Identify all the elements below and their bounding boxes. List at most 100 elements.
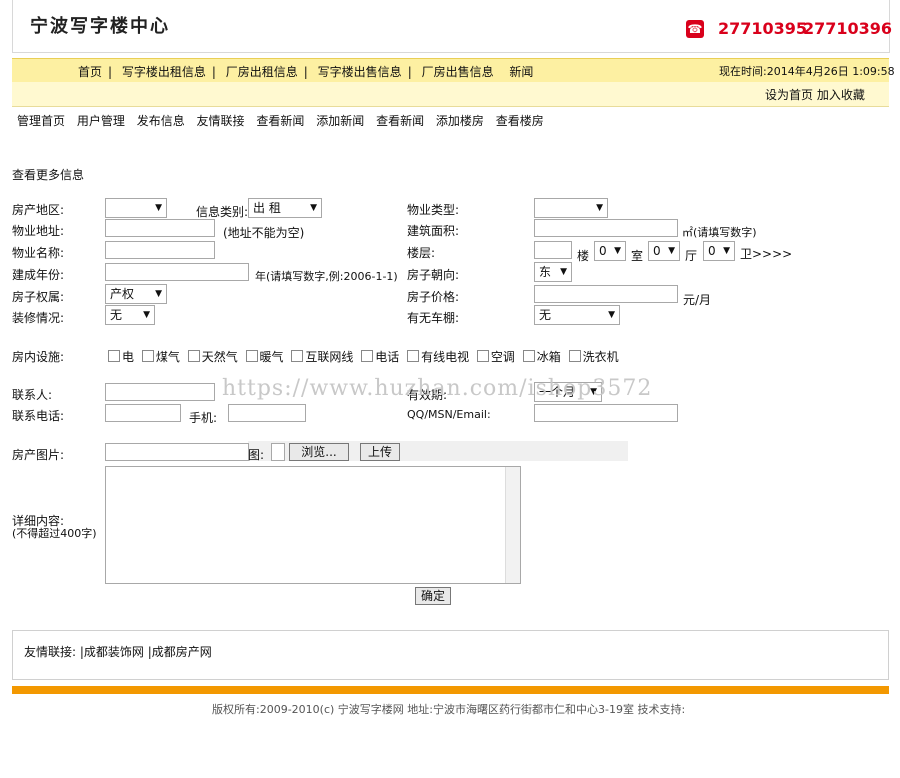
facility-phone[interactable]: 电话 bbox=[361, 350, 399, 364]
footer-copyright: 版权所有:2009-2010(c) 宁波写字楼网 地址:宁波市海曙区药行街都市仁… bbox=[212, 703, 686, 716]
facilities-label: 房内设施: bbox=[12, 350, 65, 364]
photo-label: 房产图片: bbox=[12, 448, 65, 462]
admin-home[interactable]: 管理首页 bbox=[17, 114, 65, 128]
facility-gas[interactable]: 煤气 bbox=[141, 350, 180, 364]
admin-links[interactable]: 友情联接 bbox=[197, 114, 245, 128]
ownership-value: 产权 bbox=[110, 287, 135, 301]
ownership-select[interactable]: 产权 ▼ bbox=[105, 284, 167, 304]
info-type-value: 出 租 bbox=[253, 201, 281, 215]
admin-view-building[interactable]: 查看楼房 bbox=[496, 114, 544, 128]
bath-unit: 卫>>>> bbox=[740, 247, 793, 261]
add-favorite-link[interactable]: 加入收藏 bbox=[817, 88, 865, 102]
decoration-select[interactable]: 无 ▼ bbox=[105, 305, 155, 325]
bath-select[interactable]: 0 ▼ bbox=[703, 241, 735, 261]
sub-nav-bar bbox=[12, 82, 889, 107]
area-input[interactable] bbox=[534, 219, 678, 237]
photo-tu-label: 图: bbox=[248, 448, 265, 462]
facility-electric[interactable]: 电 bbox=[108, 350, 134, 364]
qq-label: QQ/MSN/Email: bbox=[407, 408, 491, 421]
photo-path-input[interactable] bbox=[105, 443, 249, 461]
price-input[interactable] bbox=[534, 285, 678, 303]
floor-unit: 楼 bbox=[577, 249, 590, 263]
detail-textarea[interactable] bbox=[105, 466, 521, 584]
friend-link-decor[interactable]: |成都装饰网 bbox=[80, 645, 144, 659]
facility-fridge[interactable]: 冰箱 bbox=[522, 350, 561, 364]
year-input[interactable] bbox=[105, 263, 249, 281]
room-select[interactable]: 0 ▼ bbox=[594, 241, 626, 261]
region-label: 房产地区: bbox=[12, 203, 65, 217]
decoration-label: 装修情况: bbox=[12, 311, 65, 325]
checkbox[interactable] bbox=[522, 350, 535, 362]
facility-label: 煤气 bbox=[155, 350, 180, 364]
info-type-select[interactable]: 出 租 ▼ bbox=[248, 198, 322, 218]
name-input[interactable] bbox=[105, 241, 215, 259]
checkbox[interactable] bbox=[291, 350, 304, 362]
textarea-scrollbar[interactable] bbox=[505, 467, 520, 583]
property-type-select[interactable]: ▼ bbox=[534, 198, 608, 218]
watermark: https://www.huzhan.com/ishop3572 bbox=[222, 376, 653, 401]
admin-view-news-2[interactable]: 查看新闻 bbox=[376, 114, 424, 128]
region-select[interactable]: ▼ bbox=[105, 198, 167, 218]
garage-label: 有无车棚: bbox=[407, 311, 460, 325]
nav-office-sale[interactable]: 写字楼出售信息 bbox=[318, 65, 402, 79]
garage-select[interactable]: 无 ▼ bbox=[534, 305, 620, 325]
contact-input[interactable] bbox=[105, 383, 215, 401]
facility-ac[interactable]: 空调 bbox=[476, 350, 515, 364]
facility-label: 有线电视 bbox=[421, 350, 470, 364]
facility-label: 冰箱 bbox=[536, 350, 561, 364]
detail-hint: (不得超过400字) bbox=[12, 527, 97, 540]
friend-link-realestate[interactable]: |成都房产网 bbox=[148, 645, 212, 659]
nav-home[interactable]: 首页 bbox=[78, 65, 102, 79]
facility-label: 暖气 bbox=[259, 350, 284, 364]
admin-add-news[interactable]: 添加新闻 bbox=[316, 114, 364, 128]
checkbox[interactable] bbox=[245, 350, 258, 362]
facility-natural-gas[interactable]: 天然气 bbox=[187, 350, 238, 364]
facility-internet[interactable]: 互联网线 bbox=[291, 350, 353, 364]
nav-news[interactable]: 新闻 bbox=[509, 65, 533, 79]
upload-button[interactable]: 上传 bbox=[360, 443, 400, 461]
checkbox[interactable] bbox=[361, 350, 374, 362]
area-hint: ㎡(请填写数字) bbox=[682, 226, 757, 239]
admin-view-news[interactable]: 查看新闻 bbox=[256, 114, 304, 128]
address-label: 物业地址: bbox=[12, 224, 65, 238]
address-input[interactable] bbox=[105, 219, 215, 237]
hall-value: 0 bbox=[653, 244, 661, 258]
facility-label: 电 bbox=[122, 350, 135, 364]
floor-label: 楼层: bbox=[407, 246, 436, 260]
set-home-link[interactable]: 设为首页 bbox=[765, 88, 813, 102]
browse-button[interactable]: 浏览... bbox=[289, 443, 349, 461]
admin-users[interactable]: 用户管理 bbox=[77, 114, 125, 128]
photo-file-input[interactable] bbox=[271, 443, 285, 461]
floor-input[interactable] bbox=[534, 241, 572, 259]
facility-label: 电话 bbox=[375, 350, 400, 364]
mobile-input[interactable] bbox=[228, 404, 306, 422]
facility-washer[interactable]: 洗衣机 bbox=[568, 350, 619, 364]
main-nav: 首页 | 写字楼出租信息 | 厂房出租信息 | 写字楼出售信息 | 厂房出售信息 新闻 bbox=[78, 65, 534, 79]
phone-label: 联系电话: bbox=[12, 409, 65, 423]
facility-cable-tv[interactable]: 有线电视 bbox=[407, 350, 469, 364]
checkbox[interactable] bbox=[568, 350, 581, 362]
current-time: 现在时间:2014年4月26日 1:09:58 bbox=[719, 65, 895, 78]
admin-add-building[interactable]: 添加楼房 bbox=[436, 114, 484, 128]
nav-factory-sale[interactable]: 厂房出售信息 bbox=[422, 65, 494, 79]
year-hint: 年(请填写数字,例:2006-1-1) bbox=[255, 270, 398, 283]
submit-button[interactable]: 确定 bbox=[415, 587, 451, 605]
checkbox[interactable] bbox=[141, 350, 154, 362]
nav-factory-rent[interactable]: 厂房出租信息 bbox=[226, 65, 298, 79]
checkbox[interactable] bbox=[476, 350, 489, 362]
checkbox[interactable] bbox=[187, 350, 200, 362]
nav-office-rent[interactable]: 写字楼出租信息 bbox=[122, 65, 206, 79]
mobile-label: 手机: bbox=[189, 411, 218, 425]
hall-select[interactable]: 0 ▼ bbox=[648, 241, 680, 261]
hall-unit: 厅 bbox=[685, 249, 698, 263]
orientation-select[interactable]: 东 ▼ bbox=[534, 262, 572, 282]
facility-label: 天然气 bbox=[201, 350, 238, 364]
phone-input[interactable] bbox=[105, 404, 181, 422]
orientation-label: 房子朝向: bbox=[407, 268, 460, 282]
checkbox[interactable] bbox=[108, 350, 120, 362]
facility-heating[interactable]: 暖气 bbox=[245, 350, 284, 364]
qq-input[interactable] bbox=[534, 404, 678, 422]
area-label: 建筑面积: bbox=[407, 224, 460, 238]
admin-post-info[interactable]: 发布信息 bbox=[137, 114, 185, 128]
checkbox[interactable] bbox=[407, 350, 420, 362]
